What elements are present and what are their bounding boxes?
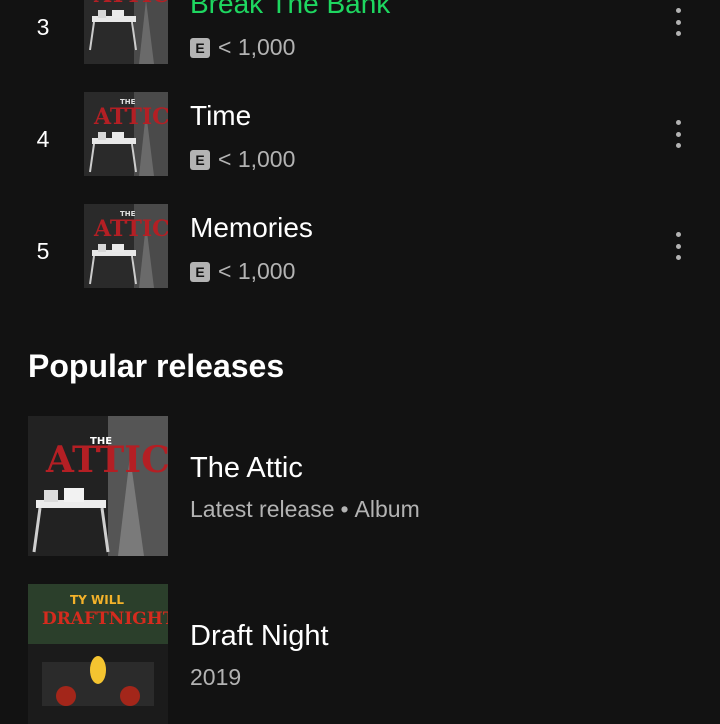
explicit-badge: E <box>190 261 210 282</box>
explicit-badge: E <box>190 149 210 170</box>
attic-word: ATTIC <box>93 216 168 242</box>
explicit-badge: E <box>190 37 210 58</box>
track-rank: 4 <box>36 126 50 152</box>
release-subtitle: 2019 <box>190 664 241 691</box>
section-title: Popular releases <box>28 348 285 384</box>
track-row-3[interactable]: 3 ATTIC Break The Bank E < 1,000 <box>0 0 720 76</box>
release-cover: TY WILL DRAFTNIGHT <box>28 584 168 724</box>
release-kind: Album <box>354 496 420 522</box>
track-rank: 5 <box>36 238 50 264</box>
more-options-icon[interactable] <box>666 116 690 152</box>
play-count: < 1,000 <box>218 258 296 284</box>
attic-word: ATTIC <box>93 104 168 130</box>
track-album-art: THE ATTIC <box>84 92 168 176</box>
release-title: The Attic <box>190 452 303 484</box>
release-item-draft-night[interactable]: TY WILL DRAFTNIGHT Draft Night 2019 <box>0 584 720 724</box>
play-count: < 1,000 <box>218 34 296 60</box>
release-cover: THE ATTIC <box>28 416 168 556</box>
track-album-art: ATTIC <box>84 0 168 64</box>
track-meta: E < 1,000 <box>190 258 295 285</box>
track-title[interactable]: Time <box>190 100 251 132</box>
attic-word: ATTIC <box>93 0 168 8</box>
track-meta: E < 1,000 <box>190 34 295 61</box>
track-row-4[interactable]: 4 THE ATTIC Time E < 1,000 <box>0 92 720 188</box>
attic-word: ATTIC <box>45 439 168 481</box>
track-rank: 3 <box>36 14 50 40</box>
release-item-the-attic[interactable]: THE ATTIC The Attic Latest release • Album <box>0 416 720 556</box>
track-meta: E < 1,000 <box>190 146 295 173</box>
release-type-label: Latest release <box>190 496 335 522</box>
release-subtitle: Latest release • Album <box>190 496 420 523</box>
track-title[interactable]: Break The Bank <box>190 0 390 20</box>
more-options-icon[interactable] <box>666 4 690 40</box>
track-row-5[interactable]: 5 THE ATTIC Memories E < 1,000 <box>0 204 720 300</box>
draft-top: TY WILL <box>70 593 124 607</box>
release-year: 2019 <box>190 664 242 690</box>
draft-word: DRAFTNIGHT <box>42 609 168 629</box>
separator-dot: • <box>340 496 349 522</box>
track-title[interactable]: Memories <box>190 212 313 244</box>
release-title: Draft Night <box>190 620 329 652</box>
more-options-icon[interactable] <box>666 228 690 264</box>
track-album-art: THE ATTIC <box>84 204 168 288</box>
play-count: < 1,000 <box>218 146 296 172</box>
